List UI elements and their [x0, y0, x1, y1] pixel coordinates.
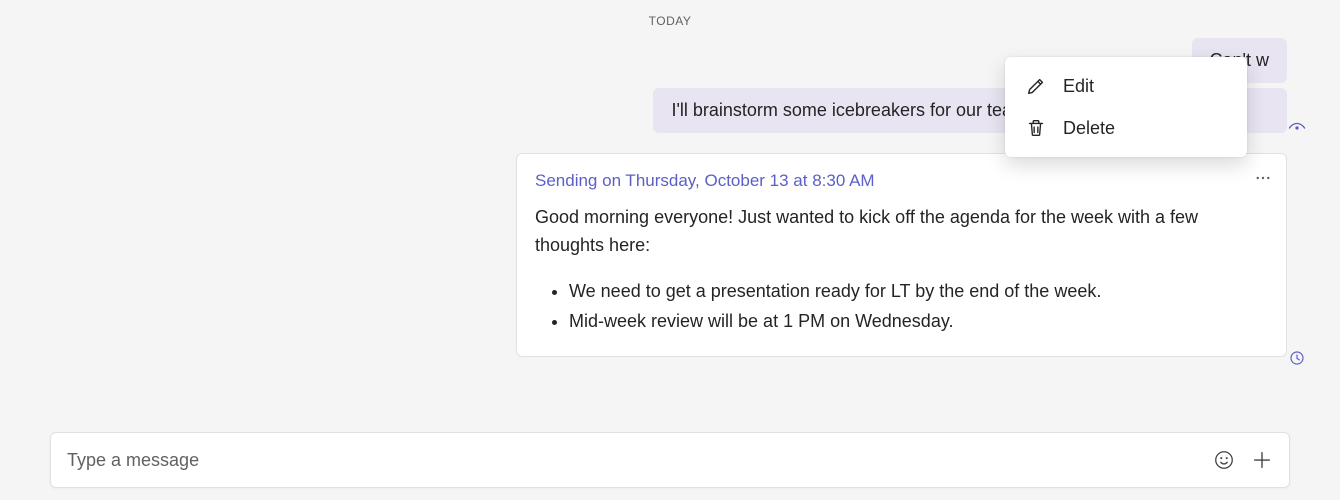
more-icon	[1254, 169, 1272, 187]
compose-actions	[1213, 449, 1273, 471]
delete-menu-item[interactable]: Delete	[1005, 107, 1247, 149]
date-divider: TODAY	[0, 0, 1340, 38]
scheduled-bullets: We need to get a presentation ready for …	[535, 278, 1268, 336]
list-item: We need to get a presentation ready for …	[569, 278, 1268, 306]
delete-icon	[1025, 117, 1047, 139]
list-item: Mid-week review will be at 1 PM on Wedne…	[569, 308, 1268, 336]
edit-icon	[1025, 75, 1047, 97]
scheduled-body: Good morning everyone! Just wanted to ki…	[535, 204, 1268, 336]
compose-bar	[50, 432, 1290, 488]
emoji-icon	[1213, 449, 1235, 471]
delete-menu-label: Delete	[1063, 118, 1115, 139]
scheduled-status-text: Sending on Thursday, October 13 at 8:30 …	[535, 168, 1268, 194]
scheduled-clock-indicator	[1288, 349, 1306, 372]
scheduled-clock-icon	[1288, 349, 1306, 367]
add-button[interactable]	[1251, 449, 1273, 471]
edit-menu-item[interactable]: Edit	[1005, 65, 1247, 107]
scheduled-message-card[interactable]: Sending on Thursday, October 13 at 8:30 …	[516, 153, 1287, 357]
read-receipt-icon	[1288, 119, 1306, 137]
edit-menu-label: Edit	[1063, 76, 1094, 97]
message-context-menu: Edit Delete	[1005, 57, 1247, 157]
scheduled-intro: Good morning everyone! Just wanted to ki…	[535, 204, 1268, 260]
more-options-button[interactable]	[1250, 166, 1276, 198]
plus-icon	[1251, 449, 1273, 471]
read-receipt-indicator	[1288, 119, 1306, 142]
emoji-button[interactable]	[1213, 449, 1235, 471]
compose-input[interactable]	[67, 450, 1213, 471]
